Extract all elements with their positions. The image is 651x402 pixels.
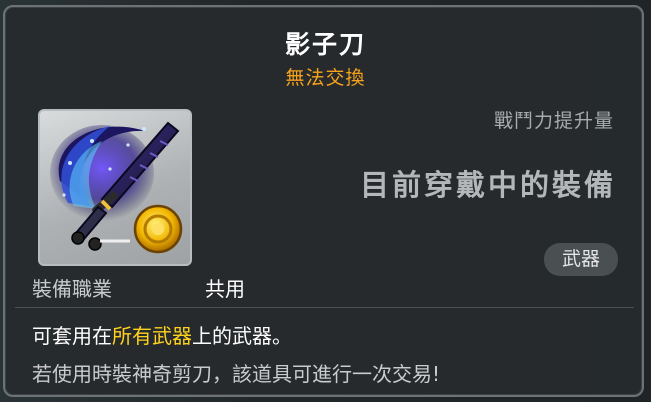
combat-power-label: 戰鬥力提升量 [493,110,614,132]
job-label: 裝備職業 [32,277,112,301]
item-tooltip: 影子刀 無法交換 戰鬥力提升量 目前穿戴中的裝備 武器 裝備職業 共用 可套用在… [3,5,644,397]
shadow-blade-weapon-icon [50,121,183,254]
job-value: 共用 [205,277,245,301]
description-prefix: 可套用在 [32,324,112,348]
item-icon-frame [38,109,192,266]
item-description: 可套用在所有武器上的武器。 [32,320,292,349]
description-highlight: 所有武器 [112,324,192,348]
item-type-badge: 武器 [544,243,618,276]
item-name: 影子刀 [284,30,366,59]
trade-note: 若使用時裝神奇剪刀，該道具可進行一次交易! [32,362,441,386]
currently-equipped-text: 目前穿戴中的裝備 [359,168,616,202]
job-row: 裝備職業 共用 [5,273,646,305]
description-suffix: 上的武器。 [192,324,292,348]
divider [15,307,634,308]
trade-status: 無法交換 [285,67,366,89]
